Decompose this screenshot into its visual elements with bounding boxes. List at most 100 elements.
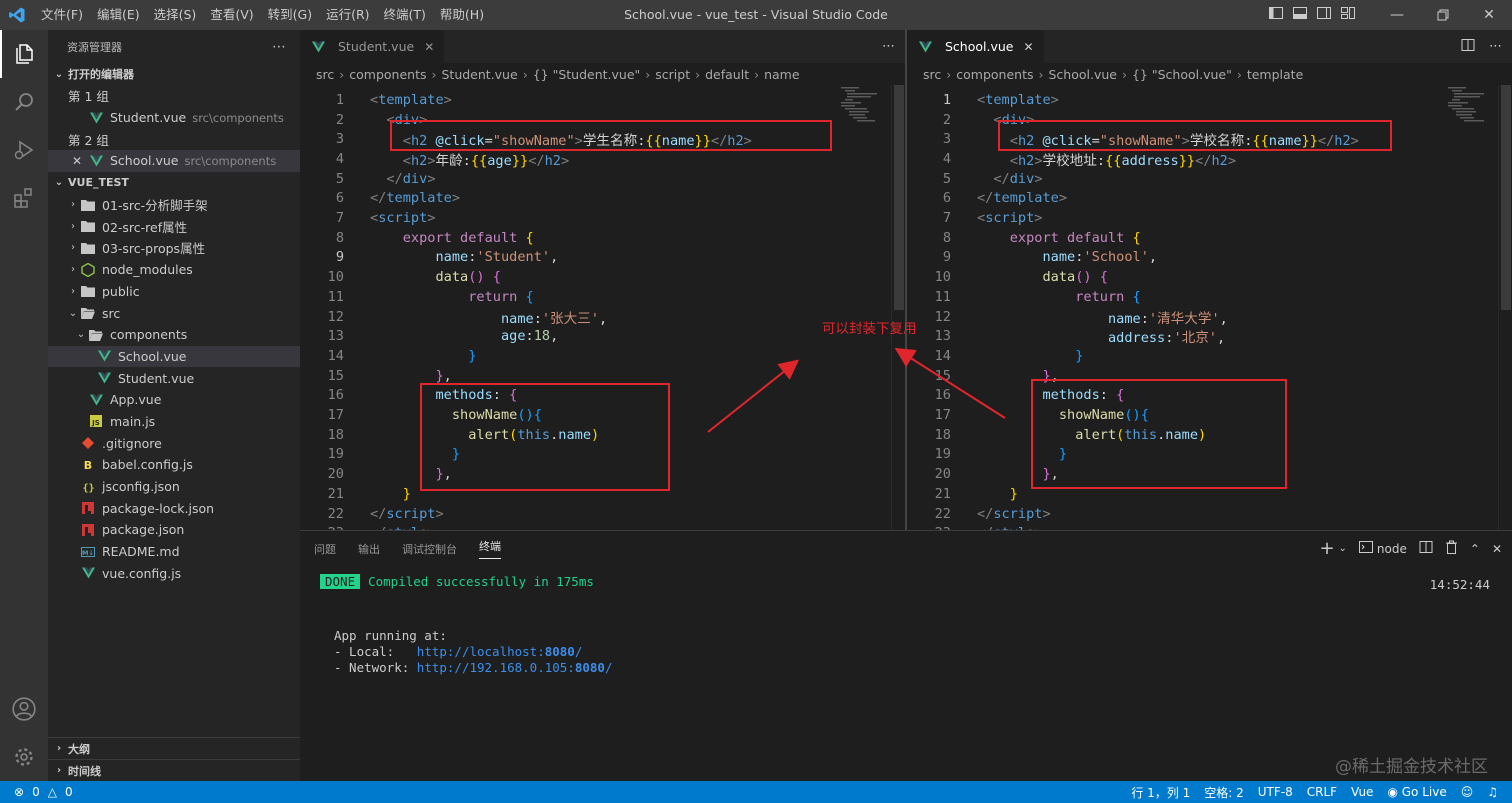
close-icon[interactable]: ✕ bbox=[424, 40, 434, 54]
menu-item[interactable]: 编辑(E) bbox=[90, 0, 147, 30]
breadcrumb-item[interactable]: name bbox=[764, 67, 799, 82]
breadcrumb-item[interactable]: default bbox=[705, 67, 749, 82]
code-line[interactable]: 7 <script> bbox=[300, 208, 436, 228]
code-line[interactable]: 1 <template> bbox=[907, 90, 1059, 110]
code-line[interactable]: 23</style> bbox=[907, 523, 1043, 530]
terminal-shell-name[interactable]: node bbox=[1377, 542, 1407, 556]
code-line[interactable]: 9 name:'School', bbox=[907, 248, 1157, 268]
tab-school[interactable]: School.vue ✕ bbox=[907, 30, 1044, 63]
panel-tab[interactable]: 调试控制台 bbox=[402, 541, 457, 557]
code-line[interactable]: 12 name:'清华大学', bbox=[907, 307, 1228, 327]
code-line[interactable]: 20 }, bbox=[907, 464, 1059, 484]
restore-icon[interactable] bbox=[1420, 0, 1466, 30]
code-line[interactable]: 8 export default { bbox=[907, 228, 1141, 248]
panel-tab[interactable]: 问题 bbox=[314, 541, 336, 557]
code-editor[interactable]: 1 <template> 2 <div> 3 <h2 @click="showName… bbox=[300, 85, 905, 530]
toggle-primary-sidebar-icon[interactable] bbox=[1268, 5, 1284, 25]
code-line[interactable]: 1 <template> bbox=[300, 90, 452, 110]
menu-item[interactable]: 运行(R) bbox=[319, 0, 376, 30]
code-line[interactable]: 20 }, bbox=[300, 464, 452, 484]
breadcrumb-item[interactable]: src bbox=[923, 67, 941, 82]
code-line[interactable]: 2 <div> bbox=[907, 110, 1035, 130]
local-port[interactable]: 8080 bbox=[545, 644, 575, 659]
code-line[interactable]: 10 data() { bbox=[907, 267, 1108, 287]
close-icon[interactable]: ✕ bbox=[1023, 40, 1033, 54]
code-line[interactable]: 10 data() { bbox=[300, 267, 501, 287]
minimap[interactable] bbox=[1448, 85, 1498, 125]
code-editor[interactable]: 1 <template> 2 <div> 3 <h2 @click="showName… bbox=[907, 85, 1512, 530]
open-editor-student[interactable]: Student.vue src\components bbox=[48, 107, 300, 129]
code-line[interactable]: 22 </script> bbox=[300, 504, 444, 524]
file-tree-item[interactable]: {} jsconfig.json bbox=[48, 476, 300, 498]
more-actions-icon[interactable]: ⋯ bbox=[1489, 39, 1502, 54]
close-window-icon[interactable]: ✕ bbox=[1466, 0, 1512, 30]
panel-tab[interactable]: 终端 bbox=[479, 538, 501, 559]
code-line[interactable]: 21 } bbox=[300, 484, 411, 504]
split-terminal-icon[interactable] bbox=[1419, 540, 1433, 557]
code-line[interactable]: 13 age:18, bbox=[300, 326, 559, 346]
code-line[interactable]: 16 methods: { bbox=[300, 386, 518, 406]
feedback-icon[interactable]: ☺ bbox=[1461, 785, 1474, 799]
code-line[interactable]: 21 } bbox=[907, 484, 1018, 504]
code-line[interactable]: 18 alert(this.name) bbox=[300, 425, 600, 445]
code-line[interactable]: 12 name:'张大三', bbox=[300, 307, 608, 327]
code-line[interactable]: 13 address:'北京', bbox=[907, 326, 1226, 346]
extensions-icon[interactable] bbox=[0, 174, 48, 222]
split-editor-icon[interactable] bbox=[1461, 38, 1475, 56]
code-line[interactable]: 11 return { bbox=[907, 287, 1141, 307]
file-tree-item[interactable]: App.vue bbox=[48, 389, 300, 411]
breadcrumb-item[interactable]: {} "School.vue" bbox=[1132, 67, 1232, 82]
code-line[interactable]: 22 </script> bbox=[907, 504, 1051, 524]
vertical-scrollbar[interactable] bbox=[1498, 85, 1512, 530]
more-actions-icon[interactable]: ⋯ bbox=[272, 39, 286, 55]
timeline-section[interactable]: › 时间线 bbox=[48, 759, 300, 781]
menu-item[interactable]: 转到(G) bbox=[261, 0, 319, 30]
code-line[interactable]: 23</style> bbox=[300, 523, 436, 530]
breadcrumb-item[interactable]: src bbox=[316, 67, 334, 82]
network-url[interactable]: http://192.168.0.105: bbox=[417, 660, 575, 675]
code-line[interactable]: 5 </div> bbox=[907, 169, 1043, 189]
code-line[interactable]: 11 return { bbox=[300, 287, 534, 307]
add-terminal-icon[interactable]: + bbox=[1319, 538, 1334, 559]
menu-item[interactable]: 查看(V) bbox=[203, 0, 260, 30]
breadcrumb-item[interactable]: Student.vue bbox=[441, 67, 517, 82]
toggle-secondary-sidebar-icon[interactable] bbox=[1316, 5, 1332, 25]
settings-gear-icon[interactable] bbox=[0, 733, 48, 781]
terminal-output[interactable]: DONE Compiled successfully in 175ms App r… bbox=[320, 573, 612, 675]
chevron-down-icon[interactable]: ⌄ bbox=[1339, 543, 1347, 554]
file-tree-item[interactable]: package-lock.json bbox=[48, 497, 300, 519]
code-line[interactable]: 15 }, bbox=[907, 366, 1059, 386]
code-line[interactable]: 6 </template> bbox=[907, 189, 1067, 209]
open-editor-school[interactable]: ✕ School.vue src\components bbox=[48, 150, 300, 172]
file-tree-item[interactable]: Bbabel.config.js bbox=[48, 454, 300, 476]
local-url[interactable]: http://localhost: bbox=[417, 644, 545, 659]
open-editors-section[interactable]: ⌄ 打开的编辑器 bbox=[48, 63, 300, 85]
more-actions-icon[interactable]: ⋯ bbox=[882, 39, 895, 54]
code-line[interactable]: 15 }, bbox=[300, 366, 452, 386]
breadcrumb-item[interactable]: School.vue bbox=[1048, 67, 1116, 82]
file-tree-item[interactable]: Student.vue bbox=[48, 367, 300, 389]
code-line[interactable]: 2 <div> bbox=[300, 110, 428, 130]
close-panel-icon[interactable]: ✕ bbox=[1492, 542, 1502, 556]
file-tree-item[interactable]: ⌄ components bbox=[48, 324, 300, 346]
code-line[interactable]: 17 showName(){ bbox=[300, 405, 542, 425]
maximize-panel-icon[interactable]: ⌃ bbox=[1470, 542, 1480, 556]
search-icon[interactable] bbox=[0, 78, 48, 126]
menu-item[interactable]: 帮助(H) bbox=[433, 0, 491, 30]
project-section[interactable]: ⌄ VUE_TEST bbox=[48, 172, 300, 194]
breadcrumb-item[interactable]: {} "Student.vue" bbox=[533, 67, 641, 82]
language-mode[interactable]: Vue bbox=[1351, 785, 1373, 799]
code-line[interactable]: 5 </div> bbox=[300, 169, 436, 189]
file-tree-item[interactable]: › 02-src-ref属性 bbox=[48, 215, 300, 237]
file-tree-item[interactable]: › public bbox=[48, 281, 300, 303]
menu-item[interactable]: 文件(F) bbox=[34, 0, 90, 30]
indentation[interactable]: 空格: 2 bbox=[1204, 784, 1244, 801]
breadcrumb-item[interactable]: components bbox=[956, 67, 1033, 82]
breadcrumb-item[interactable]: template bbox=[1247, 67, 1303, 82]
file-tree-item[interactable]: .gitignore bbox=[48, 432, 300, 454]
minimap[interactable] bbox=[841, 85, 891, 125]
code-line[interactable]: 18 alert(this.name) bbox=[907, 425, 1207, 445]
close-icon[interactable]: ✕ bbox=[72, 154, 88, 168]
cursor-position[interactable]: 行 1，列 1 bbox=[1131, 784, 1190, 801]
file-tree-item[interactable]: › 03-src-props属性 bbox=[48, 237, 300, 259]
